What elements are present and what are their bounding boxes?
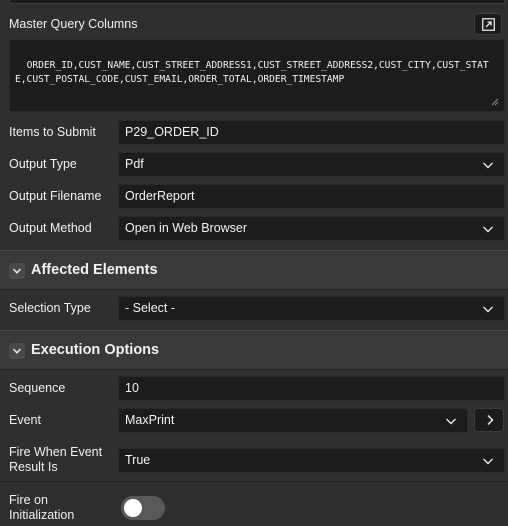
chevron-down-icon bbox=[12, 348, 22, 354]
output-method-label: Output Method bbox=[9, 221, 92, 235]
section-collapse-toggle[interactable] bbox=[9, 263, 25, 279]
sequence-label: Sequence bbox=[9, 381, 66, 395]
items-to-submit-value: P29_ORDER_ID bbox=[125, 125, 219, 139]
chevron-down-icon bbox=[12, 268, 22, 274]
event-label: Event bbox=[9, 413, 41, 427]
section-collapse-toggle[interactable] bbox=[9, 343, 25, 359]
go-to-event-button[interactable] bbox=[474, 408, 504, 432]
output-filename-label: Output Filename bbox=[9, 189, 102, 203]
chevron-down-icon bbox=[483, 458, 493, 465]
previous-field-edge bbox=[9, 0, 505, 4]
divider bbox=[0, 481, 508, 482]
fire-on-initialization-toggle[interactable] bbox=[121, 496, 165, 520]
execution-options-title: Execution Options bbox=[31, 342, 160, 358]
fire-on-init-label-line2: Initialization bbox=[9, 508, 75, 522]
expand-editor-button[interactable] bbox=[474, 13, 502, 35]
output-type-value: Pdf bbox=[125, 157, 144, 171]
fire-when-value: True bbox=[125, 453, 151, 467]
master-query-columns-value: ORDER_ID,CUST_NAME,CUST_STREET_ADDRESS1,… bbox=[15, 60, 489, 85]
expand-icon bbox=[482, 18, 495, 31]
fire-when-event-result-is-label: Fire When Event Result Is bbox=[9, 445, 102, 475]
output-type-select[interactable]: Pdf bbox=[118, 152, 505, 177]
fire-when-event-result-select[interactable]: True bbox=[118, 448, 505, 473]
chevron-right-icon bbox=[487, 414, 494, 426]
execution-options-section-header[interactable]: Execution Options bbox=[0, 330, 508, 370]
fire-when-label-line2: Result Is bbox=[9, 460, 58, 474]
chevron-down-icon bbox=[483, 162, 493, 169]
affected-elements-title: Affected Elements bbox=[31, 262, 158, 278]
fire-on-init-label-line1: Fire on bbox=[9, 493, 48, 507]
sequence-value: 10 bbox=[125, 381, 139, 395]
event-value: MaxPrint bbox=[125, 413, 175, 427]
output-method-value: Open in Web Browser bbox=[125, 221, 248, 235]
toggle-knob bbox=[124, 499, 142, 517]
items-to-submit-label: Items to Submit bbox=[9, 125, 96, 139]
event-select[interactable]: MaxPrint bbox=[118, 408, 468, 433]
resize-grip-icon[interactable] bbox=[491, 98, 499, 106]
output-method-select[interactable]: Open in Web Browser bbox=[118, 216, 505, 241]
output-type-label: Output Type bbox=[9, 157, 77, 171]
output-filename-input[interactable]: OrderReport bbox=[118, 184, 505, 209]
affected-elements-section-header[interactable]: Affected Elements bbox=[0, 250, 508, 290]
selection-type-select[interactable]: - Select - bbox=[118, 296, 505, 321]
chevron-down-icon bbox=[483, 306, 493, 313]
selection-type-label: Selection Type bbox=[9, 301, 91, 315]
output-filename-value: OrderReport bbox=[125, 189, 195, 203]
master-query-columns-textarea[interactable]: ORDER_ID,CUST_NAME,CUST_STREET_ADDRESS1,… bbox=[9, 39, 505, 112]
master-query-columns-label: Master Query Columns bbox=[9, 17, 138, 31]
selection-type-value: - Select - bbox=[125, 301, 176, 315]
chevron-down-icon bbox=[446, 418, 456, 425]
items-to-submit-input[interactable]: P29_ORDER_ID bbox=[118, 120, 505, 145]
chevron-down-icon bbox=[483, 226, 493, 233]
sequence-input[interactable]: 10 bbox=[118, 376, 505, 401]
fire-when-label-line1: Fire When Event bbox=[9, 445, 103, 459]
fire-on-initialization-label: Fire on Initialization bbox=[9, 493, 74, 523]
